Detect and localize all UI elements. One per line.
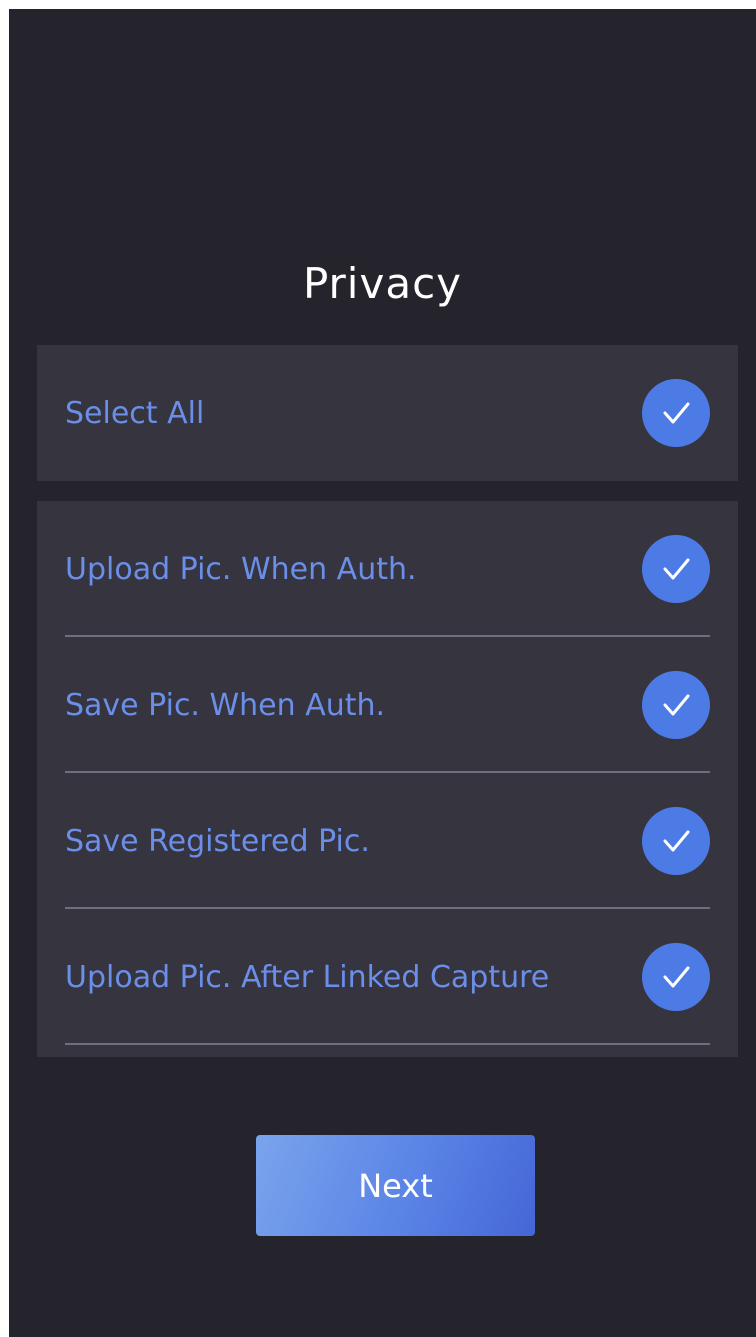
checkmark-icon [663, 402, 690, 424]
option-row-save-registered-pic[interactable]: Save Registered Pic. [37, 773, 738, 909]
checkmark-icon [663, 558, 690, 580]
next-button[interactable]: Next [256, 1135, 535, 1236]
page-title: Privacy [302, 259, 463, 308]
select-all-label: Select All [65, 395, 205, 431]
option-label: Upload Pic. When Auth. [65, 551, 417, 587]
upload-pic-when-auth-checkbox[interactable] [642, 535, 710, 603]
checkmark-icon [663, 966, 690, 988]
privacy-screen: Privacy Select All Upload Pic. When Auth… [9, 9, 756, 1337]
option-label: Save Registered Pic. [65, 823, 370, 859]
privacy-options-panel: Upload Pic. When Auth. Save Pic. When Au… [37, 501, 738, 1057]
select-all-row[interactable]: Select All [37, 345, 738, 481]
option-row-upload-pic-after-linked-capture[interactable]: Upload Pic. After Linked Capture [37, 909, 738, 1045]
checkmark-icon [663, 694, 690, 716]
select-all-checkbox[interactable] [642, 379, 710, 447]
save-registered-pic-checkbox[interactable] [642, 807, 710, 875]
row-divider [65, 1043, 710, 1045]
option-row-upload-pic-when-auth[interactable]: Upload Pic. When Auth. [37, 501, 738, 637]
save-pic-when-auth-checkbox[interactable] [642, 671, 710, 739]
upload-pic-after-linked-capture-checkbox[interactable] [642, 943, 710, 1011]
option-label: Save Pic. When Auth. [65, 687, 386, 723]
select-all-panel: Select All [37, 345, 738, 481]
option-row-save-pic-when-auth[interactable]: Save Pic. When Auth. [37, 637, 738, 773]
option-label: Upload Pic. After Linked Capture [65, 959, 550, 995]
checkmark-icon [663, 830, 690, 852]
